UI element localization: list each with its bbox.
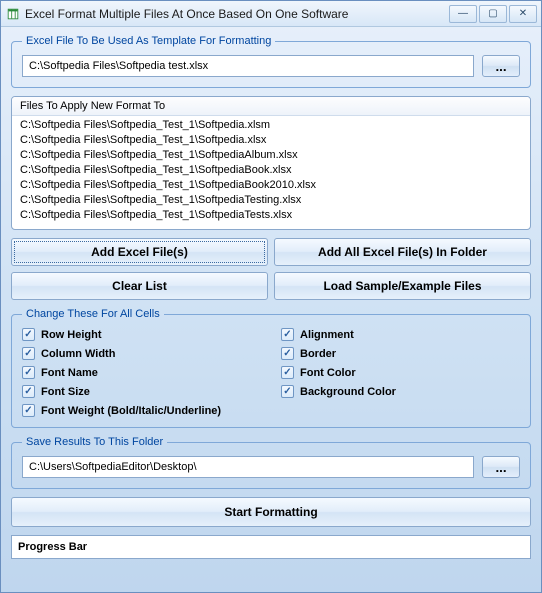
- save-legend: Save Results To This Folder: [22, 436, 167, 448]
- minimize-button[interactable]: —: [449, 5, 477, 23]
- app-icon: [5, 6, 21, 22]
- check-font-size[interactable]: ✓Font Size: [22, 385, 261, 398]
- checkbox-icon: ✓: [22, 385, 35, 398]
- checkbox-icon: ✓: [22, 366, 35, 379]
- app-window: Excel Format Multiple Files At Once Base…: [0, 0, 542, 593]
- template-path-input[interactable]: [22, 55, 474, 77]
- checkbox-icon: ✓: [22, 328, 35, 341]
- check-font-weight[interactable]: ✓Font Weight (Bold/Italic/Underline): [22, 404, 520, 417]
- save-path-input[interactable]: [22, 456, 474, 478]
- titlebar-title: Excel Format Multiple Files At Once Base…: [25, 7, 447, 21]
- checkbox-icon: ✓: [281, 385, 294, 398]
- check-alignment[interactable]: ✓Alignment: [281, 328, 520, 341]
- check-font-color[interactable]: ✓Font Color: [281, 366, 520, 379]
- save-fieldset: Save Results To This Folder ...: [11, 436, 531, 489]
- checkbox-icon: ✓: [281, 347, 294, 360]
- checkbox-icon: ✓: [22, 404, 35, 417]
- list-item[interactable]: C:\Softpedia Files\Softpedia_Test_1\Soft…: [12, 133, 530, 148]
- add-files-button[interactable]: Add Excel File(s): [11, 238, 268, 266]
- maximize-button[interactable]: ▢: [479, 5, 507, 23]
- check-column-width[interactable]: ✓Column Width: [22, 347, 261, 360]
- list-item[interactable]: C:\Softpedia Files\Softpedia_Test_1\Soft…: [12, 118, 530, 133]
- list-item[interactable]: C:\Softpedia Files\Softpedia_Test_1\Soft…: [12, 163, 530, 178]
- progress-label: Progress Bar: [18, 541, 87, 553]
- load-sample-button[interactable]: Load Sample/Example Files: [274, 272, 531, 300]
- check-font-name[interactable]: ✓Font Name: [22, 366, 261, 379]
- list-item[interactable]: C:\Softpedia Files\Softpedia_Test_1\Soft…: [12, 148, 530, 163]
- checkbox-icon: ✓: [281, 328, 294, 341]
- change-legend: Change These For All Cells: [22, 308, 164, 320]
- change-fieldset: Change These For All Cells ✓Row Height ✓…: [11, 308, 531, 428]
- check-background-color[interactable]: ✓Background Color: [281, 385, 520, 398]
- add-folder-button[interactable]: Add All Excel File(s) In Folder: [274, 238, 531, 266]
- content-area: Excel File To Be Used As Template For Fo…: [1, 27, 541, 567]
- list-item[interactable]: C:\Softpedia Files\Softpedia_Test_1\Soft…: [12, 208, 530, 223]
- files-list-header: Files To Apply New Format To: [12, 97, 530, 116]
- template-legend: Excel File To Be Used As Template For Fo…: [22, 35, 275, 47]
- files-list-container: Files To Apply New Format To C:\Softpedi…: [11, 96, 531, 230]
- checkbox-icon: ✓: [281, 366, 294, 379]
- clear-list-button[interactable]: Clear List: [11, 272, 268, 300]
- save-browse-button[interactable]: ...: [482, 456, 520, 478]
- titlebar: Excel Format Multiple Files At Once Base…: [1, 1, 541, 27]
- files-list[interactable]: C:\Softpedia Files\Softpedia_Test_1\Soft…: [12, 116, 530, 229]
- start-formatting-button[interactable]: Start Formatting: [11, 497, 531, 527]
- progress-bar: Progress Bar: [11, 535, 531, 559]
- list-item[interactable]: C:\Softpedia Files\Softpedia_Test_1\Soft…: [12, 193, 530, 208]
- template-fieldset: Excel File To Be Used As Template For Fo…: [11, 35, 531, 88]
- check-row-height[interactable]: ✓Row Height: [22, 328, 261, 341]
- template-browse-button[interactable]: ...: [482, 55, 520, 77]
- checkbox-icon: ✓: [22, 347, 35, 360]
- check-border[interactable]: ✓Border: [281, 347, 520, 360]
- list-item[interactable]: C:\Softpedia Files\Softpedia_Test_1\Soft…: [12, 178, 530, 193]
- close-button[interactable]: ✕: [509, 5, 537, 23]
- file-buttons-grid: Add Excel File(s) Add All Excel File(s) …: [11, 238, 531, 300]
